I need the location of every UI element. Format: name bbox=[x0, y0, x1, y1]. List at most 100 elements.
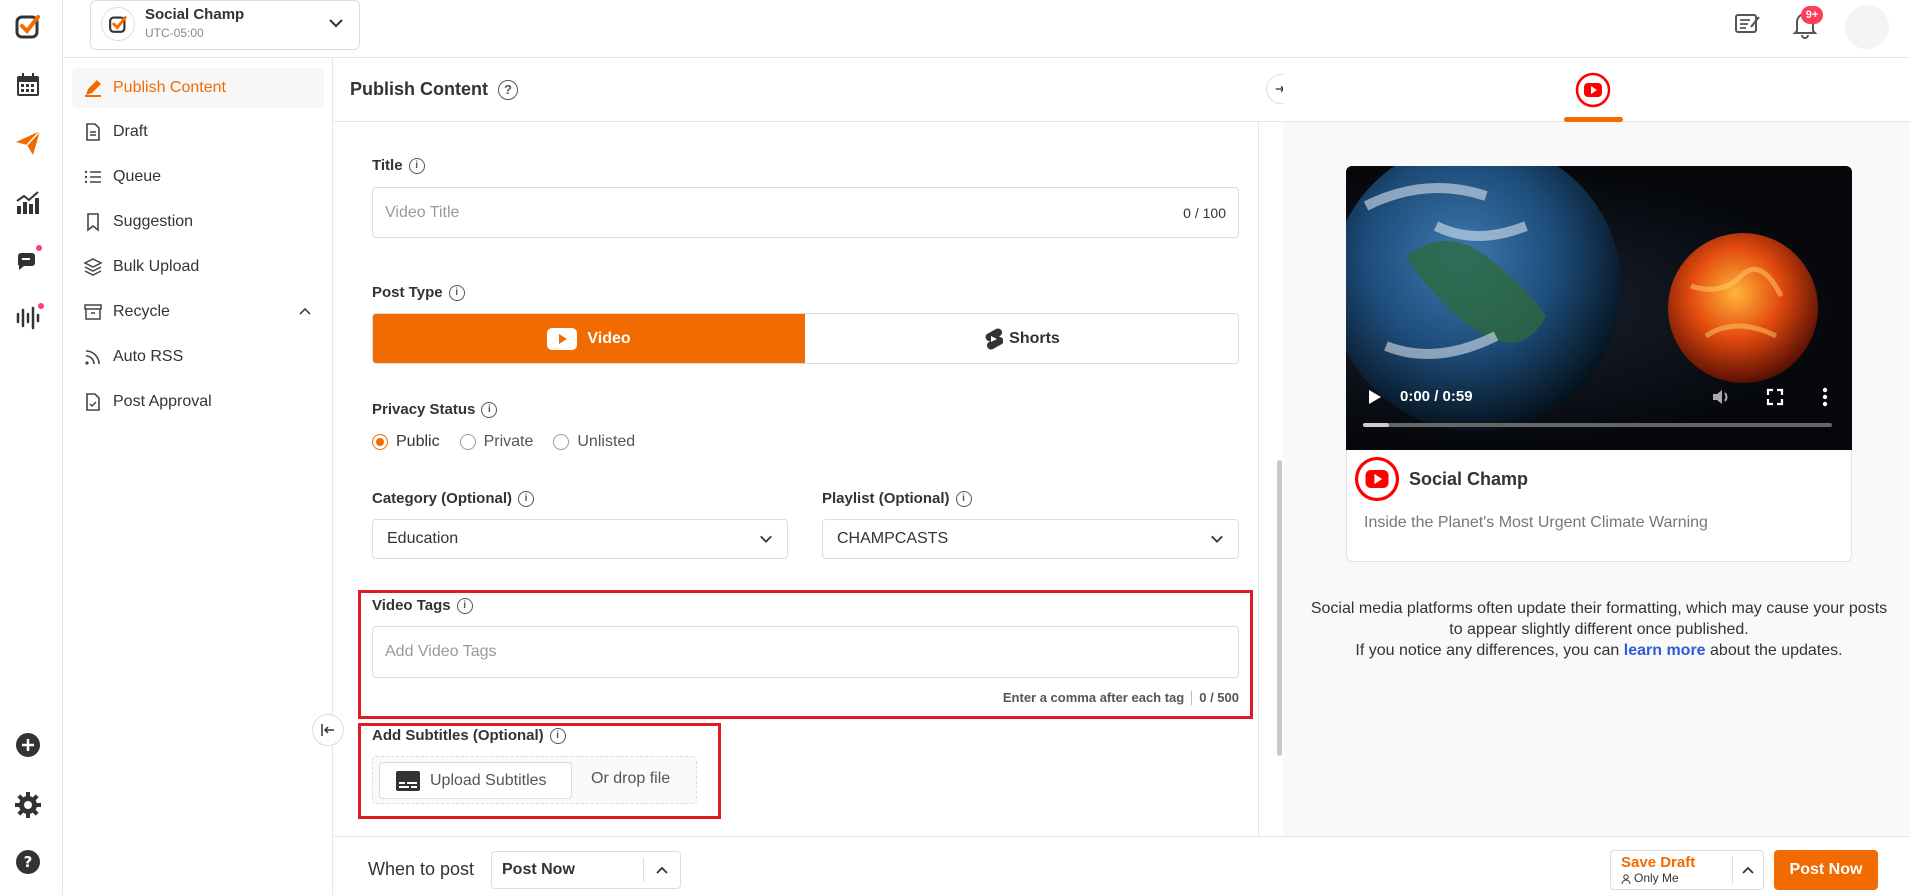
playlist-label: Playlist (Optional) i bbox=[822, 490, 972, 507]
user-avatar[interactable] bbox=[1845, 5, 1889, 49]
settings-icon[interactable] bbox=[13, 790, 43, 820]
category-label: Category (Optional) i bbox=[372, 490, 535, 507]
format-notice-line1: Social media platforms often update thei… bbox=[1310, 600, 1888, 638]
category-select[interactable]: Education bbox=[372, 519, 788, 559]
inbox-icon[interactable] bbox=[13, 245, 43, 276]
account-selector[interactable]: Social Champ UTC-05:00 bbox=[90, 0, 360, 50]
post-now-button[interactable]: Post Now bbox=[1774, 850, 1878, 890]
sidebar: Publish Content Draft Queue Suggestion B… bbox=[63, 58, 333, 895]
post-type-video[interactable]: Video bbox=[373, 314, 805, 363]
account-timezone: UTC-05:00 bbox=[145, 26, 204, 40]
sidebar-item-publish-content[interactable]: Publish Content bbox=[72, 68, 324, 108]
sidebar-item-queue[interactable]: Queue bbox=[72, 157, 386, 197]
chevron-down-icon bbox=[1211, 535, 1223, 543]
footer-bar: When to post Post Now Save Draft Only Me… bbox=[333, 836, 1910, 895]
help-circle-icon[interactable]: ? bbox=[498, 79, 518, 100]
video-tags-input[interactable]: Add Video Tags bbox=[372, 626, 1239, 678]
analytics-icon[interactable] bbox=[13, 187, 43, 217]
chevron-down-icon bbox=[760, 535, 772, 543]
volume-icon[interactable] bbox=[1711, 388, 1731, 406]
youtube-icon bbox=[547, 327, 578, 350]
chevron-up-icon bbox=[656, 866, 668, 874]
chevron-down-icon bbox=[328, 15, 344, 36]
sidebar-item-auto-rss[interactable]: Auto RSS bbox=[72, 337, 386, 377]
help-icon[interactable]: ? bbox=[13, 847, 43, 877]
play-icon[interactable] bbox=[1368, 389, 1382, 405]
archive-icon bbox=[84, 304, 102, 320]
post-type-shorts[interactable]: Shorts bbox=[805, 314, 1238, 363]
publish-icon[interactable] bbox=[13, 128, 43, 158]
page-header: Publish Content ? bbox=[333, 58, 1282, 122]
save-draft-label: Save Draft bbox=[1621, 854, 1696, 871]
youtube-preview-tab[interactable] bbox=[1573, 72, 1613, 108]
sidebar-item-label: Suggestion bbox=[113, 213, 194, 230]
active-tab-indicator bbox=[1564, 117, 1623, 122]
subtitles-dropzone[interactable]: Upload Subtitles Or drop file bbox=[372, 756, 697, 804]
progress-bar[interactable] bbox=[1363, 423, 1832, 427]
title-input[interactable]: Video Title 0 / 100 bbox=[372, 187, 1239, 238]
info-icon: i bbox=[481, 401, 498, 418]
chevron-up-icon[interactable] bbox=[1741, 863, 1755, 877]
notes-icon[interactable] bbox=[1733, 10, 1761, 43]
sidebar-item-label: Auto RSS bbox=[113, 348, 184, 365]
sidebar-item-suggestion[interactable]: Suggestion bbox=[72, 202, 386, 242]
video-tags-placeholder: Add Video Tags bbox=[385, 643, 497, 660]
preview-panel: 0:00 / 0:59 Social Champ Inside the Plan… bbox=[1283, 58, 1910, 836]
visibility-label: Only Me bbox=[1634, 871, 1679, 885]
privacy-unlisted-radio[interactable]: Unlisted bbox=[553, 433, 635, 451]
collapse-sidebar-button[interactable] bbox=[312, 714, 344, 746]
playlist-select[interactable]: CHAMPCASTS bbox=[822, 519, 1239, 559]
privacy-private-radio[interactable]: Private bbox=[459, 433, 533, 451]
calendar-icon[interactable] bbox=[13, 70, 43, 100]
notification-badge: 9+ bbox=[1801, 6, 1823, 24]
post-type-toggle: Video Shorts bbox=[372, 313, 1239, 364]
add-icon[interactable] bbox=[13, 730, 43, 760]
sidebar-item-post-approval[interactable]: Post Approval bbox=[72, 382, 386, 422]
fullscreen-icon[interactable] bbox=[1766, 388, 1784, 406]
privacy-label: Privacy Status i bbox=[372, 401, 498, 418]
info-icon: i bbox=[549, 727, 566, 744]
video-tags-hint-row: Enter a comma after each tag 0 / 500 bbox=[950, 690, 1239, 705]
when-to-post-value: Post Now bbox=[502, 861, 575, 878]
channel-avatar bbox=[1354, 456, 1400, 507]
more-options-icon[interactable] bbox=[1822, 387, 1828, 407]
rss-icon bbox=[85, 350, 100, 365]
video-time: 0:00 / 0:59 bbox=[1400, 388, 1473, 405]
sidebar-item-label: Recycle bbox=[113, 303, 170, 320]
earth-sun-thumbnail bbox=[1346, 166, 1818, 431]
account-name: Social Champ bbox=[145, 6, 245, 23]
drop-file-label: Or drop file bbox=[591, 770, 671, 787]
user-icon bbox=[1621, 873, 1631, 884]
privacy-options: Public Private Unlisted bbox=[372, 433, 655, 451]
video-player[interactable]: 0:00 / 0:59 bbox=[1346, 166, 1852, 450]
sidebar-item-bulk-upload[interactable]: Bulk Upload bbox=[72, 247, 386, 287]
title-placeholder: Video Title bbox=[385, 203, 460, 221]
shorts-icon bbox=[985, 328, 1004, 349]
info-icon: i bbox=[456, 597, 473, 614]
preview-video-title: Inside the Planet's Most Urgent Climate … bbox=[1364, 514, 1708, 531]
youtube-icon bbox=[1575, 72, 1611, 108]
scrollbar-thumb[interactable] bbox=[1277, 460, 1282, 756]
progress-bar-fill bbox=[1363, 423, 1389, 427]
listening-icon[interactable] bbox=[13, 303, 44, 333]
format-notice-suffix: about the updates. bbox=[1710, 642, 1843, 659]
channel-name: Social Champ bbox=[1409, 469, 1529, 489]
title-label: Title i bbox=[372, 157, 425, 174]
upload-subtitles-button[interactable]: Upload Subtitles bbox=[379, 762, 572, 799]
learn-more-link[interactable]: learn more bbox=[1624, 642, 1706, 659]
layers-icon bbox=[83, 258, 103, 276]
sidebar-item-label: Post Approval bbox=[113, 393, 212, 410]
approval-icon bbox=[86, 393, 100, 411]
social-champ-logo[interactable] bbox=[13, 11, 43, 41]
save-draft-button[interactable]: Save Draft Only Me bbox=[1610, 850, 1764, 890]
info-icon: i bbox=[518, 490, 535, 507]
youtube-preview-card: 0:00 / 0:59 Social Champ Inside the Plan… bbox=[1346, 166, 1852, 562]
format-notice-prefix: If you notice any differences, you can bbox=[1355, 642, 1620, 659]
document-icon bbox=[86, 123, 100, 141]
post-type-label: Post Type i bbox=[372, 284, 465, 301]
info-icon: i bbox=[408, 157, 425, 174]
privacy-public-radio[interactable]: Public bbox=[372, 433, 440, 451]
sidebar-item-label: Bulk Upload bbox=[113, 258, 200, 275]
when-to-post-select[interactable]: Post Now bbox=[491, 851, 681, 889]
sidebar-item-recycle[interactable]: Recycle bbox=[72, 292, 324, 332]
